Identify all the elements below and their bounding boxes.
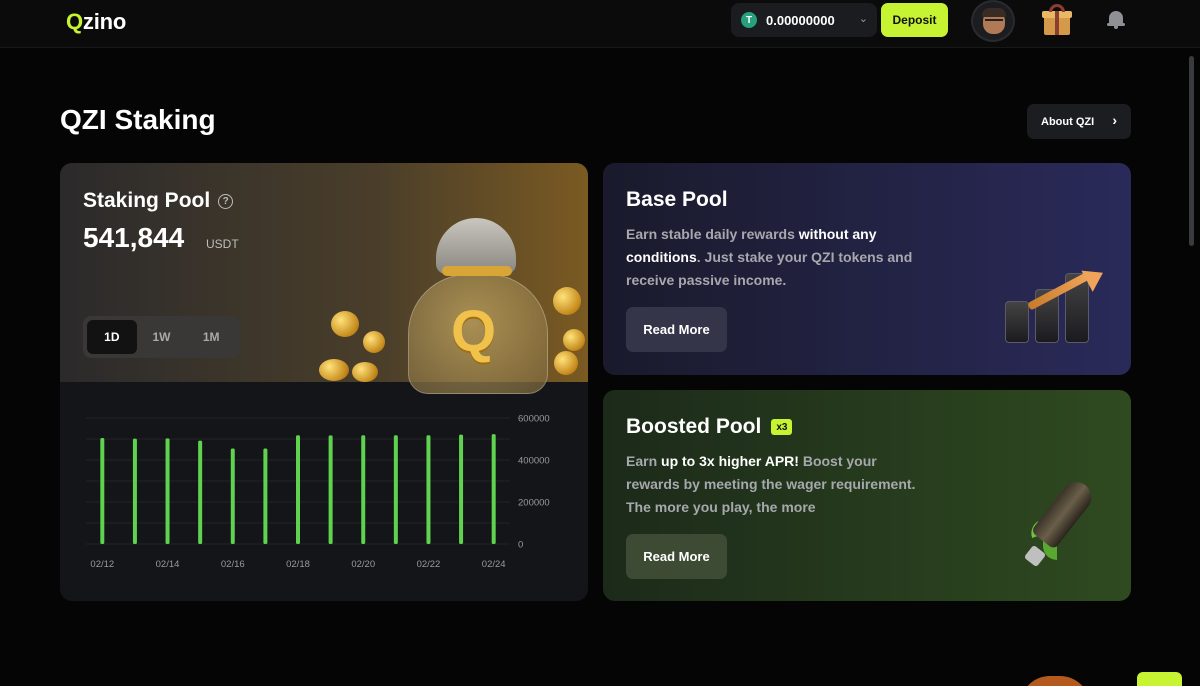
staking-pool-amount: 541,844 <box>83 222 185 253</box>
chat-button[interactable] <box>1137 672 1182 686</box>
chart-bar-02-16[interactable] <box>230 448 235 544</box>
logo-q: Q <box>66 9 83 34</box>
page-title: QZI Staking <box>60 104 216 135</box>
y-tick-label: 200000 <box>518 498 550 509</box>
range-selector: 1D 1W 1M <box>83 316 240 358</box>
chevron-down-icon: ⌄ <box>858 13 868 25</box>
x-tick-label: 02/18 <box>286 559 310 570</box>
chart-bar-02-18[interactable] <box>296 435 300 544</box>
staking-pool-title-text: Staking Pool <box>83 189 211 212</box>
bag-letter: Q <box>451 299 497 364</box>
avatar-glasses <box>985 19 1003 24</box>
chart-bar-02-23[interactable] <box>459 434 464 544</box>
boosted-pool-title: Boosted Pool x3 <box>626 415 793 439</box>
balance-amount: 0.00000000 <box>766 12 835 28</box>
boosted-pool-description: Earn up to 3x higher APR! Boost your rew… <box>626 450 916 519</box>
range-1d-button[interactable]: 1D <box>87 320 137 354</box>
decorative-orb <box>1020 676 1090 686</box>
deposit-button[interactable]: Deposit <box>881 3 948 37</box>
staking-pool-header: Staking Pool ? 541,844 USDT 1D 1W 1M Q <box>60 163 588 394</box>
y-tick-label: 600000 <box>518 414 550 425</box>
scrollbar-thumb[interactable] <box>1189 56 1194 246</box>
gift-icon[interactable] <box>1041 3 1073 35</box>
x-tick-label: 02/14 <box>156 559 180 570</box>
base-pool-read-more-button[interactable]: Read More <box>626 307 727 352</box>
boosted-pool-title-text: Boosted Pool <box>626 415 762 438</box>
growth-chart-illustration <box>999 262 1109 343</box>
boosted-pool-read-more-button[interactable]: Read More <box>626 534 727 579</box>
x-tick-label: 02/20 <box>351 559 375 570</box>
coin-icon <box>331 311 359 337</box>
bell-icon[interactable] <box>1106 9 1126 29</box>
chart-bar-02-19[interactable] <box>328 435 333 544</box>
staking-chart: 600000 400000 200000 0 02/12 02/14 02/16 02/18… <box>86 414 550 570</box>
tether-icon: T <box>741 12 757 28</box>
multiplier-badge: x3 <box>771 419 793 435</box>
logo[interactable]: Qzino <box>66 9 126 35</box>
money-bag-illustration: Q <box>408 218 548 394</box>
chart-bar-02-12[interactable] <box>100 437 105 544</box>
boosted-pool-desc-highlight: up to 3x higher APR! <box>661 453 799 469</box>
chart-bar-02-14[interactable] <box>165 438 170 544</box>
chart-bar-02-24[interactable] <box>491 434 496 544</box>
about-qzi-label: About QZI <box>1041 115 1095 128</box>
chart-bar-02-17[interactable] <box>263 448 268 544</box>
chart-bar-02-22[interactable] <box>426 435 431 544</box>
coin-icon <box>563 329 585 351</box>
chart-bar-02-13[interactable] <box>132 438 137 544</box>
x-tick-label: 02/12 <box>90 559 114 570</box>
coin-icon <box>319 359 349 381</box>
range-1m-button[interactable]: 1M <box>186 320 236 354</box>
boosted-pool-desc-part: Earn <box>626 453 662 469</box>
about-qzi-button[interactable]: About QZI › <box>1027 104 1131 139</box>
x-tick-label: 02/22 <box>417 559 441 570</box>
boosted-pool-card: Boosted Pool x3 Earn up to 3x higher APR… <box>603 390 1131 601</box>
coin-icon <box>363 331 385 353</box>
y-tick-label: 400000 <box>518 456 550 467</box>
y-tick-label: 0 <box>518 540 523 551</box>
top-header: Qzino T 0.00000000 ⌄ Deposit <box>0 0 1200 48</box>
chart-bar-02-15[interactable] <box>198 440 203 544</box>
base-pool-card: Base Pool Earn stable daily rewards with… <box>603 163 1131 375</box>
base-pool-description: Earn stable daily rewards without any co… <box>626 223 916 292</box>
x-tick-label: 02/16 <box>221 559 245 570</box>
coin-icon <box>554 351 578 375</box>
help-icon[interactable]: ? <box>218 193 234 209</box>
base-pool-desc-part: Earn stable daily rewards <box>626 226 799 242</box>
rocket-illustration <box>1021 470 1111 580</box>
base-pool-title: Base Pool <box>626 188 728 212</box>
range-1w-button[interactable]: 1W <box>137 320 187 354</box>
chart-bar-02-20[interactable] <box>361 435 366 544</box>
chevron-right-icon: › <box>1112 112 1117 128</box>
coin-icon <box>553 287 581 315</box>
chart-bar-02-21[interactable] <box>393 435 398 544</box>
staking-pool-title: Staking Pool ? <box>83 189 234 213</box>
base-pool-title-text: Base Pool <box>626 188 728 211</box>
staking-pool-card: Staking Pool ? 541,844 USDT 1D 1W 1M Q 6… <box>60 163 588 601</box>
staking-pool-unit: USDT <box>206 237 239 251</box>
logo-text: zino <box>82 9 127 34</box>
x-tick-label: 02/24 <box>482 559 506 570</box>
coin-icon <box>352 362 378 382</box>
balance-selector[interactable]: T 0.00000000 ⌄ <box>731 3 877 37</box>
avatar-hair <box>982 8 1006 17</box>
avatar[interactable] <box>971 0 1015 42</box>
